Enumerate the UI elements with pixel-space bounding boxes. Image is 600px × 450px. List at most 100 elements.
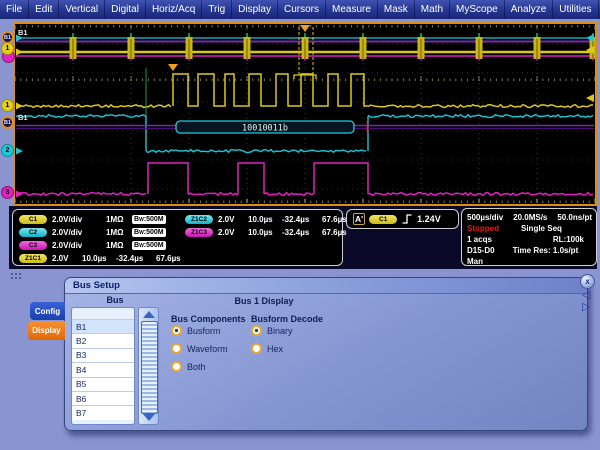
radio-binary-circle[interactable] bbox=[251, 325, 262, 336]
section-title: Bus 1 Display bbox=[194, 296, 334, 306]
readout-ch3: C3 2.0V/div 1MΩ BW:500M bbox=[19, 240, 166, 251]
bus-list-item-b1[interactable]: B1 bbox=[72, 319, 134, 333]
menu-bar: File Edit Vertical Digital Horiz/Acq Tri… bbox=[0, 0, 600, 19]
radio-busform-label: Busform bbox=[187, 326, 221, 336]
ch1-scale: 2.0V/div bbox=[52, 215, 106, 224]
channel2-marker-zoom[interactable]: 2 bbox=[1, 144, 14, 157]
menu-cursors[interactable]: Cursors bbox=[278, 0, 326, 19]
menu-horiz-acq[interactable]: Horiz/Acq bbox=[146, 0, 202, 19]
bus-list-scrollbar[interactable] bbox=[138, 307, 159, 425]
z1c3-scale: 2.0V bbox=[218, 228, 248, 237]
ch2-bandwidth: BW:500M bbox=[132, 228, 166, 237]
z1c1-v1: 10.0µs bbox=[82, 254, 116, 263]
acq-count: 1 acqs bbox=[467, 235, 492, 244]
menu-myscope[interactable]: MyScope bbox=[450, 0, 505, 19]
radio-busform[interactable]: Busform bbox=[171, 325, 221, 336]
readout-strip: C1 2.0V/div 1MΩ BW:500M C2 2.0V/div 1MΩ … bbox=[9, 206, 597, 269]
bus-list-item-b3[interactable]: B3 bbox=[72, 348, 134, 362]
z1c1-v2: -32.4µs bbox=[116, 254, 156, 263]
radio-binary-label: Binary bbox=[267, 326, 293, 336]
radio-binary[interactable]: Binary bbox=[251, 325, 293, 336]
radio-both[interactable]: Both bbox=[171, 361, 206, 372]
waveform-display: 10010011b bbox=[13, 22, 597, 206]
bus-list-item-b4[interactable]: B4 bbox=[72, 362, 134, 376]
readout-z1c2: Z1C2 2.0V 10.0µs -32.4µs 67.6µs bbox=[185, 214, 356, 225]
scroll-down-icon[interactable] bbox=[143, 414, 155, 421]
readout-z1c1: Z1C1 2.0V 10.0µs -32.4µs 67.6µs bbox=[19, 253, 190, 264]
menu-math[interactable]: Math bbox=[415, 0, 450, 19]
nav-previous-icon[interactable]: ◁ bbox=[582, 290, 590, 301]
trigger-readout-box: A' C1 1.24V bbox=[346, 209, 459, 229]
nav-next-icon[interactable]: ▷ bbox=[582, 302, 590, 313]
channel1-marker-zoom[interactable]: 1 bbox=[1, 99, 14, 112]
bus-list-item-b7[interactable]: B7 bbox=[72, 405, 134, 419]
z1c1-v3: 67.6µs bbox=[156, 254, 190, 263]
bus-marker-zoom[interactable]: B1 bbox=[1, 116, 14, 129]
dialog-close-button[interactable]: x bbox=[580, 274, 595, 289]
radio-waveform[interactable]: Waveform bbox=[171, 343, 228, 354]
bus-list-header: Bus bbox=[71, 295, 159, 305]
channel-readout-box: C1 2.0V/div 1MΩ BW:500M C2 2.0V/div 1MΩ … bbox=[12, 209, 343, 266]
bus-list-item-b2[interactable]: B2 bbox=[72, 333, 134, 347]
ch1-badge: C1 bbox=[19, 215, 47, 224]
menu-mask[interactable]: Mask bbox=[378, 0, 415, 19]
menu-digital[interactable]: Digital bbox=[105, 0, 146, 19]
radio-busform-circle[interactable] bbox=[171, 325, 182, 336]
bus-label-overview: B1 bbox=[18, 28, 28, 37]
z1c2-badge: Z1C2 bbox=[185, 215, 213, 224]
tab-config[interactable]: Config bbox=[30, 302, 65, 320]
menu-vertical[interactable]: Vertical bbox=[59, 0, 105, 19]
acquisition-readout-box: 500µs/div 20.0MS/s 50.0ns/pt Stopped Sin… bbox=[461, 208, 597, 266]
acq-manual: Man bbox=[467, 257, 483, 266]
bus-decode-box: 10010011b bbox=[176, 121, 354, 134]
ch2-scale: 2.0V/div bbox=[52, 228, 106, 237]
radio-hex-label: Hex bbox=[267, 344, 283, 354]
tab-display[interactable]: Display bbox=[28, 321, 65, 340]
trigger-source-badge: C1 bbox=[369, 215, 397, 224]
busform-decode-label: Busform Decode bbox=[251, 314, 323, 324]
scroll-up-icon[interactable] bbox=[143, 311, 155, 318]
radio-waveform-circle[interactable] bbox=[171, 343, 182, 354]
z1c3-badge: Z1C3 bbox=[185, 228, 213, 237]
scrollbar-thumb[interactable] bbox=[141, 321, 158, 414]
dialog-title: Bus Setup bbox=[73, 280, 120, 291]
time-resolution: Time Res: 1.0s/pt bbox=[513, 246, 579, 255]
z1c1-scale: 2.0V bbox=[52, 254, 82, 263]
radio-hex[interactable]: Hex bbox=[251, 343, 283, 354]
readout-z1c3: Z1C3 2.0V 10.0µs -32.4µs 67.6µs bbox=[185, 227, 356, 238]
bus-components-label: Bus Components bbox=[171, 314, 246, 324]
sample-rate: 20.0MS/s bbox=[513, 213, 547, 222]
ch1-impedance: 1MΩ bbox=[106, 215, 132, 224]
readout-ch2: C2 2.0V/div 1MΩ BW:500M bbox=[19, 227, 166, 238]
ch3-scale: 2.0V/div bbox=[52, 241, 106, 250]
radio-both-label: Both bbox=[187, 362, 206, 372]
menu-utilities[interactable]: Utilities bbox=[553, 0, 598, 19]
ch3-badge: C3 bbox=[19, 241, 47, 250]
menu-file[interactable]: File bbox=[0, 0, 29, 19]
menu-display[interactable]: Display bbox=[232, 0, 278, 19]
menu-analyze[interactable]: Analyze bbox=[505, 0, 554, 19]
bus-list-item-b6[interactable]: B6 bbox=[72, 391, 134, 405]
dialog-title-bar[interactable]: Bus Setup bbox=[65, 278, 587, 294]
acq-status: Stopped bbox=[467, 224, 499, 233]
readout-ch1: C1 2.0V/div 1MΩ BW:500M bbox=[19, 214, 166, 225]
channel3-marker-zoom[interactable]: 3 bbox=[1, 186, 14, 199]
waveform-canvas: 10010011b bbox=[15, 24, 595, 204]
timebase: 500µs/div bbox=[467, 213, 503, 222]
menu-edit[interactable]: Edit bbox=[29, 0, 59, 19]
radio-both-circle[interactable] bbox=[171, 361, 182, 372]
radio-waveform-label: Waveform bbox=[187, 344, 228, 354]
radio-hex-circle[interactable] bbox=[251, 343, 262, 354]
menu-measure[interactable]: Measure bbox=[326, 0, 378, 19]
oscilloscope-screen: { "menu": { "items": ["File","Edit","Ver… bbox=[0, 0, 600, 450]
trigger-level: 1.24V bbox=[417, 214, 441, 224]
drag-handle[interactable] bbox=[10, 272, 22, 281]
z1c3-v2: -32.4µs bbox=[282, 228, 322, 237]
z1c3-v3: 67.6µs bbox=[322, 228, 356, 237]
ch3-bandwidth: BW:500M bbox=[132, 241, 166, 250]
ch2-impedance: 1MΩ bbox=[106, 228, 132, 237]
menu-trig[interactable]: Trig bbox=[202, 0, 232, 19]
bus-list-item-b5[interactable]: B5 bbox=[72, 377, 134, 391]
bus-decode-value: 10010011b bbox=[242, 124, 288, 134]
channel1-marker-overview[interactable]: 1 bbox=[1, 42, 14, 55]
